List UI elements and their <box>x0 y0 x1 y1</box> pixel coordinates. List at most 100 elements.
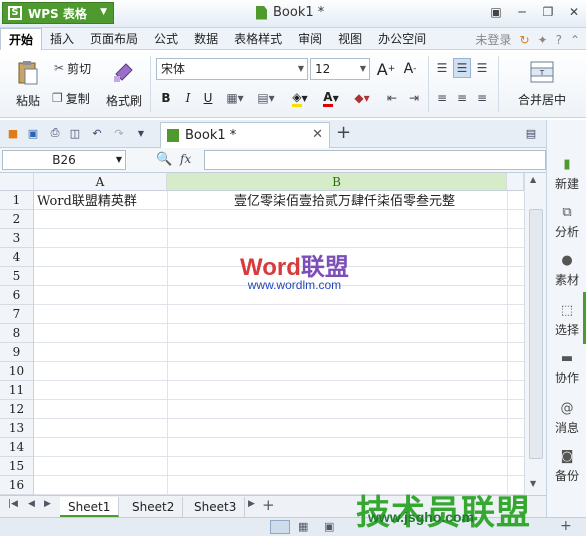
column-header-b[interactable]: B <box>167 173 507 191</box>
undo-icon[interactable]: ↶ <box>90 126 104 140</box>
print-icon[interactable]: ⎙ <box>48 126 62 140</box>
menu-page-layout[interactable]: 页面布局 <box>82 28 146 50</box>
row-header[interactable]: 4 <box>0 248 34 267</box>
row-header[interactable]: 12 <box>0 400 34 419</box>
row-header[interactable]: 8 <box>0 324 34 343</box>
sidebar-item-messages[interactable]: @ 消息 <box>547 400 586 436</box>
underline-button[interactable]: U <box>200 88 216 108</box>
scrollbar-thumb[interactable] <box>529 209 543 459</box>
cut-button[interactable]: ✂ 剪切 <box>54 58 91 78</box>
sheet-tab-3[interactable]: Sheet3 <box>186 497 246 517</box>
first-sheet-icon[interactable]: |◀ <box>8 499 18 509</box>
login-link[interactable]: 未登录 <box>475 31 511 48</box>
font-size-select[interactable]: 12 ▼ <box>310 58 370 80</box>
vertical-scrollbar[interactable]: ▲ ▼ <box>524 173 546 495</box>
shrink-font-button[interactable]: A- <box>400 58 420 80</box>
menu-table-style[interactable]: 表格样式 <box>226 28 290 50</box>
row-header[interactable]: 5 <box>0 267 34 286</box>
quick-access-dropdown-icon[interactable]: ▼ <box>134 126 148 140</box>
sidebar-item-collab[interactable]: ▬ 协作 <box>547 350 586 386</box>
menu-view[interactable]: 视图 <box>330 28 370 50</box>
scroll-down-icon[interactable]: ▼ <box>530 479 536 488</box>
align-bottom-button[interactable]: ☰ <box>474 58 490 78</box>
close-icon[interactable]: ✕ <box>566 4 582 20</box>
formula-input[interactable] <box>204 150 546 170</box>
scroll-up-icon[interactable]: ▲ <box>530 175 536 184</box>
column-header-c[interactable] <box>507 173 524 191</box>
spreadsheet-grid[interactable]: A B 1 2 3 4 5 6 7 8 9 10 11 12 13 14 15 16 Word联盟精英群 壹亿… <box>0 173 546 495</box>
print-preview-icon[interactable]: ◫ <box>68 126 82 140</box>
sheet-tab-1[interactable]: Sheet1 <box>60 497 120 517</box>
menu-insert[interactable]: 插入 <box>42 28 82 50</box>
sidebar-item-material[interactable]: ● 素材 <box>547 252 586 288</box>
row-header[interactable]: 1 <box>0 191 34 210</box>
column-header-a[interactable]: A <box>34 173 167 191</box>
add-sheet-icon[interactable]: + <box>262 496 275 514</box>
row-header[interactable]: 15 <box>0 457 34 476</box>
row-header[interactable]: 6 <box>0 286 34 305</box>
decrease-indent-button[interactable]: ⇤ <box>384 88 400 108</box>
maximize-icon[interactable]: ❐ <box>540 4 556 20</box>
row-header[interactable]: 13 <box>0 419 34 438</box>
sidebar-item-select[interactable]: ⬚ 选择 <box>547 302 586 338</box>
page-break-view-icon[interactable]: ▣ <box>324 520 334 533</box>
zoom-in-icon[interactable]: + <box>560 518 572 534</box>
increase-indent-button[interactable]: ⇥ <box>406 88 422 108</box>
row-header[interactable]: 7 <box>0 305 34 324</box>
fill-color-button[interactable]: ◈ ▼ <box>286 88 314 108</box>
row-header[interactable]: 2 <box>0 210 34 229</box>
row-header[interactable]: 9 <box>0 343 34 362</box>
menu-office-space[interactable]: 办公空间 <box>370 28 434 50</box>
grow-font-button[interactable]: A + <box>376 58 396 80</box>
sidebar-item-backup[interactable]: ◙ 备份 <box>547 448 586 484</box>
align-left-button[interactable]: ≡ <box>434 88 450 108</box>
collapse-icon[interactable]: ⌃ <box>570 33 580 47</box>
font-name-select[interactable]: 宋体 ▼ <box>156 58 308 80</box>
align-center-button[interactable]: ≡ <box>454 88 470 108</box>
row-header[interactable]: 14 <box>0 438 34 457</box>
last-sheet-icon[interactable]: ▶ <box>248 499 255 509</box>
refresh-icon[interactable]: ↻ <box>519 33 529 47</box>
pin-icon[interactable]: ✦ <box>538 33 548 47</box>
font-color-button[interactable]: A ▼ <box>318 88 344 108</box>
menu-data[interactable]: 数据 <box>186 28 226 50</box>
tab-book1[interactable]: Book1 * ✕ <box>160 122 330 148</box>
menu-formulas[interactable]: 公式 <box>146 28 186 50</box>
minimize-icon[interactable]: ─ <box>514 4 530 20</box>
tab-list-icon[interactable]: ▤ <box>524 126 538 140</box>
skin-icon[interactable]: ▣ <box>488 4 504 20</box>
menu-review[interactable]: 审阅 <box>290 28 330 50</box>
cell-style-button[interactable]: ▤▾ <box>252 88 280 108</box>
next-sheet-icon[interactable]: ▶ <box>44 499 51 509</box>
align-top-button[interactable]: ☰ <box>434 58 450 78</box>
save-icon[interactable]: ▣ <box>26 126 40 140</box>
row-header[interactable]: 16 <box>0 476 34 495</box>
clear-format-button[interactable]: ◆▾ <box>348 88 376 108</box>
page-layout-view-icon[interactable]: ▦ <box>298 520 308 533</box>
row-header[interactable]: 10 <box>0 362 34 381</box>
merge-center-button[interactable]: T 合并居中 <box>504 56 580 112</box>
prev-sheet-icon[interactable]: ◀ <box>28 499 35 509</box>
copy-button[interactable]: ❐ 复制 <box>52 88 90 108</box>
sidebar-item-analyze[interactable]: ⧉ 分析 <box>547 204 586 240</box>
normal-view-icon[interactable] <box>270 520 290 534</box>
select-all-corner[interactable] <box>0 173 34 191</box>
sheet-tab-2[interactable]: Sheet2 <box>124 497 184 517</box>
help-icon[interactable]: ? <box>556 33 562 47</box>
bold-button[interactable]: B <box>158 88 174 108</box>
borders-button[interactable]: ▦▾ <box>222 88 248 108</box>
menu-home[interactable]: 开始 <box>0 27 43 50</box>
italic-button[interactable]: I <box>180 88 196 108</box>
name-box[interactable]: B26 ▼ <box>2 150 126 170</box>
sidebar-item-new[interactable]: ▮ 新建 <box>547 156 586 192</box>
cell-a1[interactable]: Word联盟精英群 <box>37 192 137 211</box>
new-tab-button[interactable]: + <box>336 122 351 143</box>
paste-button[interactable]: 粘贴 <box>8 56 48 112</box>
cell-b1[interactable]: 壹亿零柒佰壹拾贰万肆仟柒佰零叁元整 <box>234 192 455 211</box>
row-header[interactable]: 11 <box>0 381 34 400</box>
fx-button[interactable]: fx <box>180 152 191 166</box>
format-painter-button[interactable]: 格式刷 <box>104 56 144 112</box>
zoom-icon[interactable]: 🔍 <box>156 152 172 167</box>
close-tab-icon[interactable]: ✕ <box>312 127 323 142</box>
wps-menu-icon[interactable]: ■ <box>6 126 20 140</box>
